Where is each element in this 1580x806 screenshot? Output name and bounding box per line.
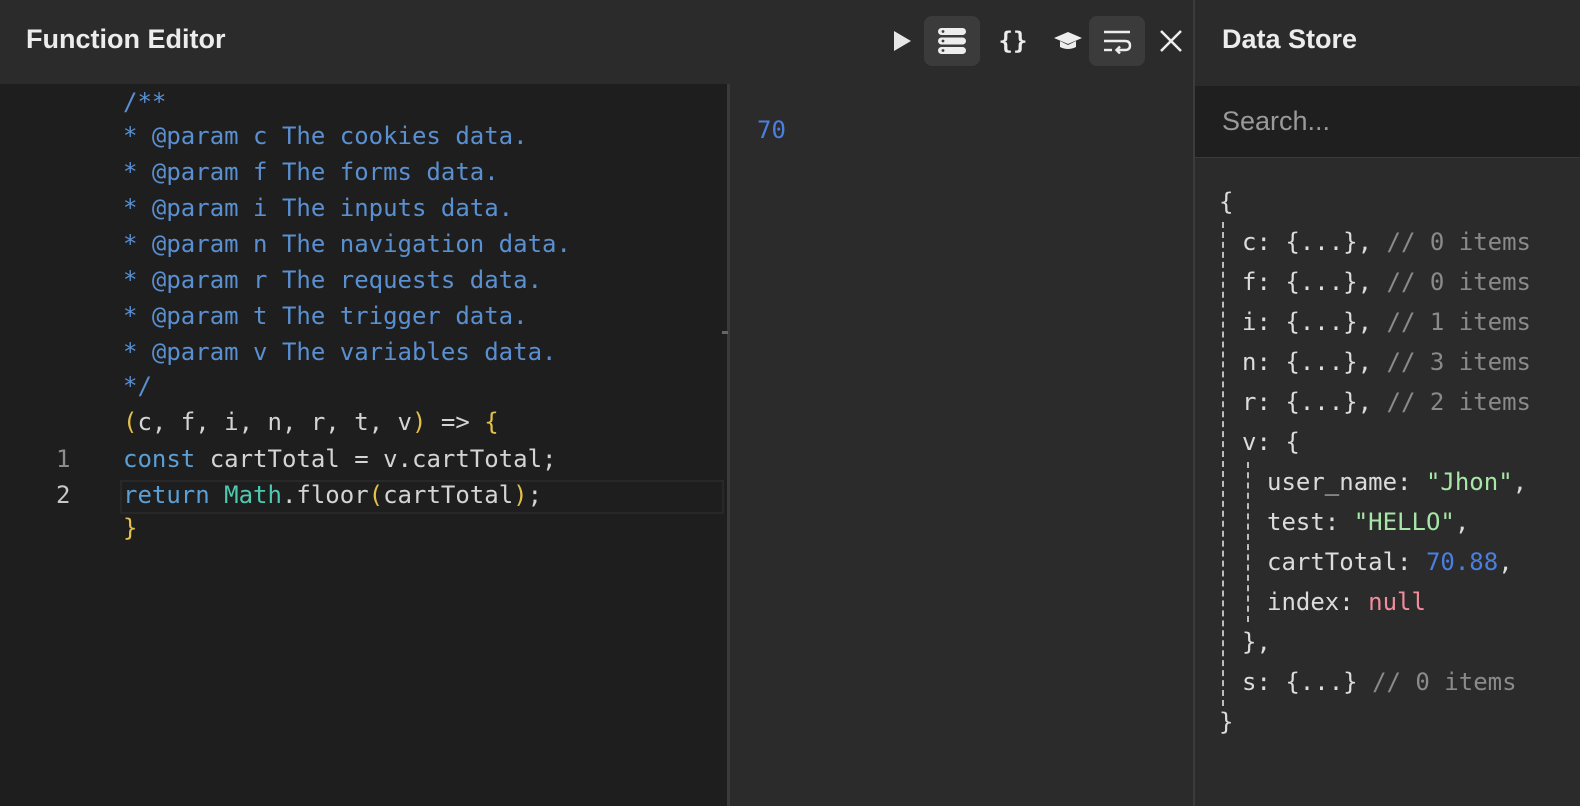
data-store-title: Data Store <box>1222 24 1358 54</box>
splitter-grip[interactable] <box>722 331 728 334</box>
code-line: * @param r The requests data. <box>123 266 543 294</box>
line-number: 2 <box>56 481 71 509</box>
tree-node-user-name[interactable]: user_name: "Jhon", <box>1267 462 1527 502</box>
tree-node-c[interactable]: c: {...}, // 0 items <box>1242 222 1531 262</box>
code-line: * @param t The trigger data. <box>123 302 528 330</box>
tree-node-s[interactable]: s: {...} // 0 items <box>1242 662 1517 702</box>
code-token: .floor <box>281 481 369 509</box>
tree-key: f <box>1242 268 1257 296</box>
tree-node-n[interactable]: n: {...}, // 3 items <box>1242 342 1531 382</box>
tree-value: {...}, <box>1285 268 1373 296</box>
play-icon <box>894 31 911 51</box>
learn-button[interactable] <box>1040 16 1096 66</box>
code-line-signature: (c, f, i, n, r, t, v) => { <box>123 404 499 440</box>
code-line[interactable]: const cartTotal = v.cartTotal; <box>123 441 556 477</box>
tree-value: 70.88 <box>1425 548 1499 576</box>
data-store-search-input[interactable] <box>1195 86 1580 158</box>
tree-key: s <box>1242 668 1257 696</box>
graduation-cap-icon <box>1054 32 1082 49</box>
code-token: => <box>426 408 485 436</box>
code-token: cartTotal = v.cartTotal; <box>195 445 557 473</box>
tree-node-index[interactable]: index: null <box>1267 582 1426 622</box>
code-line: * @param v The variables data. <box>123 338 557 366</box>
code-token: { <box>484 408 499 436</box>
code-line[interactable]: return Math.floor(cartTotal); <box>123 477 542 513</box>
tree-value: {...} <box>1285 668 1358 696</box>
tree-value: {...}, <box>1285 308 1373 336</box>
code-line: * @param c The cookies data. <box>123 122 528 150</box>
tree-comment: // 0 items <box>1386 268 1532 296</box>
editor-header: Function Editor {} <box>0 0 1193 84</box>
database-icon <box>938 28 966 54</box>
tree-comment: // 3 items <box>1386 348 1532 376</box>
code-token: ( <box>368 481 384 509</box>
word-wrap-toggle-button[interactable] <box>1089 16 1145 66</box>
code-editor[interactable]: /** * @param c The cookies data. * @para… <box>0 84 727 806</box>
tree-value: "Jhon" <box>1425 468 1513 496</box>
tree-indent-guide <box>1247 462 1249 622</box>
tree-node-cart-total[interactable]: cartTotal: 70.88, <box>1267 542 1513 582</box>
code-line: } <box>123 514 138 542</box>
tree-comment: // 0 items <box>1386 228 1532 256</box>
tree-node-test[interactable]: test: "HELLO", <box>1267 502 1469 542</box>
code-token: Math <box>224 481 282 509</box>
tree-key: r <box>1242 388 1257 416</box>
code-token: return <box>123 481 210 509</box>
tree-comment: // 1 items <box>1386 308 1532 336</box>
tree-value: null <box>1368 588 1426 616</box>
close-button[interactable] <box>1149 16 1193 66</box>
tree-value: {...}, <box>1285 388 1373 416</box>
braces-icon: {} <box>998 27 1028 55</box>
line-number: 1 <box>56 445 71 473</box>
tree-key: c <box>1242 228 1257 256</box>
format-code-button[interactable]: {} <box>985 16 1041 66</box>
tree-open-brace: { <box>1219 188 1234 216</box>
data-store-toggle-button[interactable] <box>924 16 980 66</box>
tree-key: cartTotal <box>1267 548 1398 576</box>
tree-key: v <box>1242 428 1257 456</box>
output-panel: 70 <box>730 84 1193 806</box>
code-line: /** <box>123 88 167 116</box>
tree-indent-guide <box>1222 222 1224 706</box>
tree-comment: // 0 items <box>1372 668 1517 696</box>
tree-close-v: }, <box>1242 628 1271 656</box>
word-wrap-icon <box>1104 30 1132 54</box>
tree-value: {...}, <box>1285 348 1373 376</box>
close-icon <box>1160 30 1182 52</box>
code-token: ; <box>527 481 543 509</box>
tree-node-v[interactable]: v: { <box>1242 422 1300 462</box>
code-line: * @param n The navigation data. <box>123 230 571 258</box>
tree-key: i <box>1242 308 1257 336</box>
code-token: cartTotal <box>383 481 514 509</box>
tree-value: { <box>1285 428 1300 456</box>
tree-node-f[interactable]: f: {...}, // 0 items <box>1242 262 1531 302</box>
code-token: ( <box>123 408 138 436</box>
code-line: * @param f The forms data. <box>123 158 499 186</box>
tree-value: {...}, <box>1285 228 1373 256</box>
code-token: ) <box>513 481 528 509</box>
code-token: c, f, i, n, r, t, v <box>137 408 412 436</box>
tree-key: index <box>1267 588 1340 616</box>
code-token: ) <box>412 408 427 436</box>
tree-key: user_name <box>1267 468 1398 496</box>
code-token: const <box>123 445 196 473</box>
tree-value: "HELLO" <box>1353 508 1455 536</box>
tree-key: test <box>1267 508 1325 536</box>
run-button[interactable] <box>874 16 930 66</box>
code-line: * @param i The inputs data. <box>123 194 514 222</box>
tree-close-brace: } <box>1219 708 1234 736</box>
editor-title: Function Editor <box>26 24 226 54</box>
tree-comment: // 2 items <box>1386 388 1532 416</box>
data-store-panel: Data Store { c: {...}, // 0 items f: {..… <box>1195 0 1580 806</box>
tree-node-r[interactable]: r: {...}, // 2 items <box>1242 382 1531 422</box>
output-value: 70 <box>757 116 786 144</box>
code-line: */ <box>123 372 152 400</box>
tree-key: n <box>1242 348 1257 376</box>
tree-node-i[interactable]: i: {...}, // 1 items <box>1242 302 1531 342</box>
